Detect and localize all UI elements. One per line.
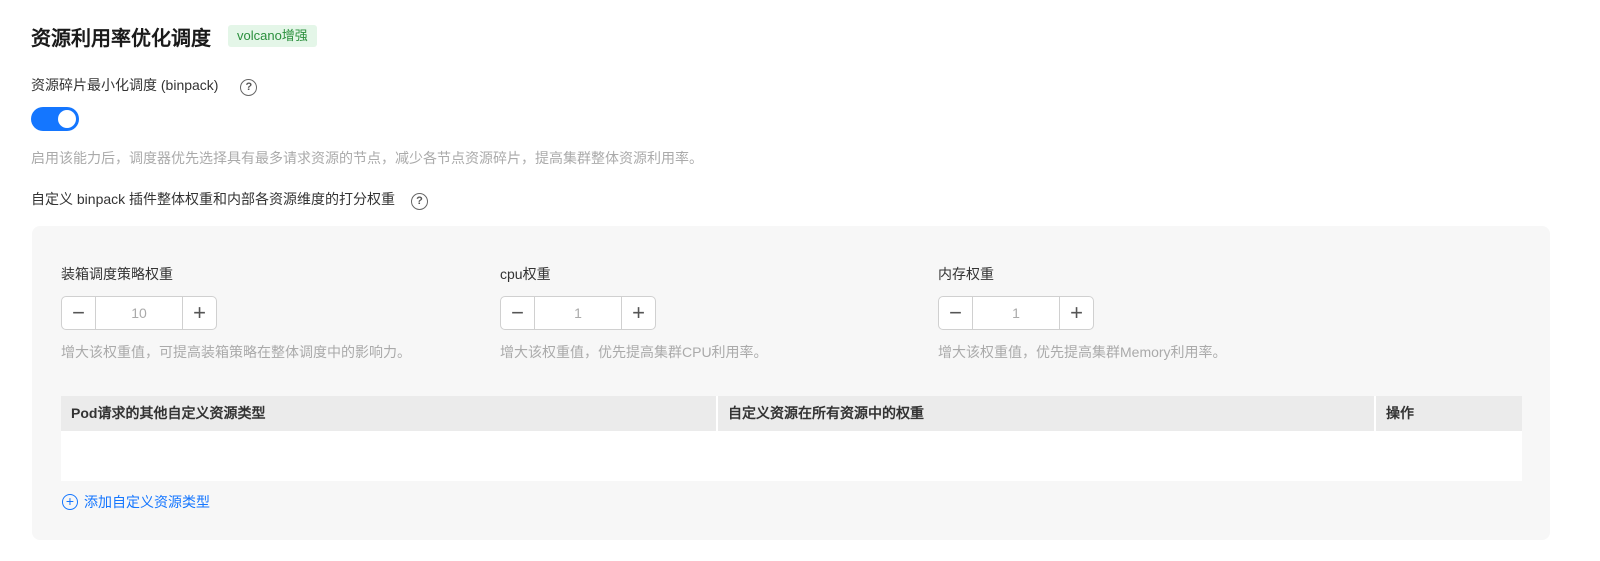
column-header: Pod请求的其他自定义资源类型 <box>61 396 718 431</box>
table-body-empty <box>61 431 1522 481</box>
volcano-tag: volcano增强 <box>228 25 317 47</box>
decrement-button[interactable]: − <box>501 297 534 329</box>
column-header: 自定义资源在所有资源中的权重 <box>718 396 1376 431</box>
decrement-button[interactable]: − <box>62 297 95 329</box>
toggle-knob <box>58 110 76 128</box>
weight-binpack: 装箱调度策略权重 − 10 + 增大该权重值，可提高装箱策略在整体调度中的影响力… <box>61 264 411 362</box>
binpack-label: 资源碎片最小化调度 (binpack) ? <box>31 75 258 96</box>
weight-value[interactable]: 1 <box>534 297 622 329</box>
help-icon[interactable]: ? <box>410 193 428 210</box>
increment-button[interactable]: + <box>183 297 216 329</box>
weight-hint: 增大该权重值，可提高装箱策略在整体调度中的影响力。 <box>61 344 411 360</box>
weight-label: 装箱调度策略权重 <box>61 266 173 282</box>
plus-circle-icon: + <box>62 494 78 510</box>
add-custom-resource-link[interactable]: + 添加自定义资源类型 <box>62 492 210 512</box>
memory-weight-stepper[interactable]: − 1 + <box>938 296 1094 330</box>
page-title: 资源利用率优化调度 <box>31 28 211 50</box>
cpu-weight-stepper[interactable]: − 1 + <box>500 296 656 330</box>
weight-label: cpu权重 <box>500 266 551 282</box>
binpack-toggle[interactable] <box>31 107 79 131</box>
weight-label: 内存权重 <box>938 266 994 282</box>
weight-memory: 内存权重 − 1 + 增大该权重值，优先提高集群Memory利用率。 <box>938 264 1227 362</box>
increment-button[interactable]: + <box>1060 297 1093 329</box>
custom-resource-table: Pod请求的其他自定义资源类型 自定义资源在所有资源中的权重 操作 <box>61 396 1522 481</box>
table-header: Pod请求的其他自定义资源类型 自定义资源在所有资源中的权重 操作 <box>61 396 1522 431</box>
custom-weight-label: 自定义 binpack 插件整体权重和内部各资源维度的打分权重 ? <box>31 189 428 210</box>
binpack-description: 启用该能力后，调度器优先选择具有最多请求资源的节点，减少各节点资源碎片，提高集群… <box>31 150 703 166</box>
custom-weight-label-text: 自定义 binpack 插件整体权重和内部各资源维度的打分权重 <box>31 191 396 207</box>
column-header: 操作 <box>1386 405 1414 421</box>
weight-value[interactable]: 1 <box>972 297 1060 329</box>
decrement-button[interactable]: − <box>939 297 972 329</box>
binpack-weight-stepper[interactable]: − 10 + <box>61 296 217 330</box>
binpack-label-text: 资源碎片最小化调度 (binpack) <box>31 77 219 93</box>
weight-cpu: cpu权重 − 1 + 增大该权重值，优先提高集群CPU利用率。 <box>500 264 768 362</box>
add-custom-resource-label: 添加自定义资源类型 <box>84 494 210 510</box>
increment-button[interactable]: + <box>622 297 655 329</box>
weight-value[interactable]: 10 <box>95 297 183 329</box>
help-icon[interactable]: ? <box>240 79 258 96</box>
weight-hint: 增大该权重值，优先提高集群CPU利用率。 <box>500 344 768 360</box>
weight-hint: 增大该权重值，优先提高集群Memory利用率。 <box>938 344 1227 360</box>
